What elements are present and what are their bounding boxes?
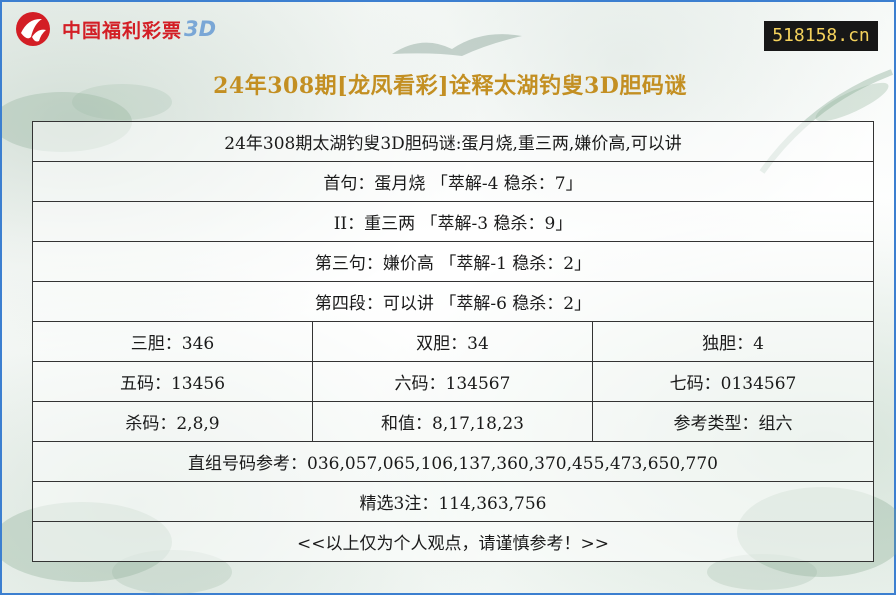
welfare-lottery-logo: 中国福利彩票 3D — [12, 10, 216, 48]
kill-code-cell: 杀码：2,8,9 — [32, 401, 313, 442]
riddle-title-cell: 24年308期太湖钓叟3D胆码谜:蛋月烧,重三两,嫌价高,可以讲 — [31, 121, 875, 162]
six-code-cell: 六码：134567 — [312, 361, 593, 402]
table-row: <<以上仅为个人观点，请谨慎参考！>> — [31, 521, 875, 562]
riddle-line-1-cell: 首句：蛋月烧 「萃解-4 稳杀：7」 — [31, 161, 875, 202]
two-dan-cell: 双胆：34 — [312, 321, 593, 362]
logo-3d-text: 3D — [184, 17, 217, 41]
seven-code-cell: 七码：0134567 — [591, 361, 875, 402]
single-dan-cell: 独胆：4 — [591, 321, 875, 362]
disclaimer-cell: <<以上仅为个人观点，请谨慎参考！>> — [31, 521, 875, 562]
table-row: 24年308期太湖钓叟3D胆码谜:蛋月烧,重三两,嫌价高,可以讲 — [31, 121, 875, 162]
riddle-line-4-cell: 第四段：可以讲 「萃解-6 稳杀：2」 — [31, 281, 875, 322]
selected-picks-cell: 精选3注：114,363,756 — [31, 481, 875, 522]
table-row: 精选3注：114,363,756 — [31, 481, 875, 522]
table-row: 五码：13456 六码：134567 七码：0134567 — [32, 361, 875, 402]
table-row: 首句：蛋月烧 「萃解-4 稳杀：7」 — [31, 161, 875, 202]
riddle-table: 24年308期太湖钓叟3D胆码谜:蛋月烧,重三两,嫌价高,可以讲 首句：蛋月烧 … — [31, 121, 875, 562]
table-row: II：重三两 「萃解-3 稳杀：9」 — [31, 201, 875, 242]
table-row: 第三句：嫌价高 「萃解-1 稳杀：2」 — [31, 241, 875, 282]
riddle-line-2-cell: II：重三两 「萃解-3 稳杀：9」 — [31, 201, 875, 242]
ref-type-cell: 参考类型：组六 — [591, 401, 875, 442]
three-dan-cell: 三胆：346 — [32, 321, 313, 362]
page-frame: 中国福利彩票 3D 518158.cn 24年308期[龙凤看彩]诠释太湖钓叟3… — [0, 0, 896, 595]
table-row: 杀码：2,8,9 和值：8,17,18,23 参考类型：组六 — [32, 401, 875, 442]
logo-brand-text: 中国福利彩票 — [62, 19, 183, 42]
swallow-decoration — [392, 34, 522, 56]
table-row: 三胆：346 双胆：34 独胆：4 — [32, 321, 875, 362]
five-code-cell: 五码：13456 — [32, 361, 313, 402]
direct-ref-cell: 直组号码参考：036,057,065,106,137,360,370,455,4… — [31, 441, 875, 482]
table-row: 直组号码参考：036,057,065,106,137,360,370,455,4… — [31, 441, 875, 482]
page-title: 24年308期[龙凤看彩]诠释太湖钓叟3D胆码谜 — [213, 73, 687, 99]
china-welfare-lottery-logo-icon — [16, 12, 50, 46]
table-row: 第四段：可以讲 「萃解-6 稳杀：2」 — [31, 281, 875, 322]
riddle-line-3-cell: 第三句：嫌价高 「萃解-1 稳杀：2」 — [31, 241, 875, 282]
site-url-badge[interactable]: 518158.cn — [764, 21, 878, 51]
sum-value-cell: 和值：8,17,18,23 — [312, 401, 593, 442]
